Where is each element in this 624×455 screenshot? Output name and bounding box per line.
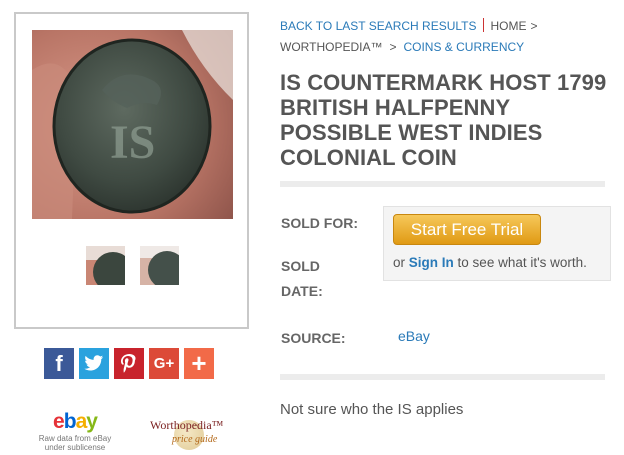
sold-for-label: SOLD FOR: <box>281 215 358 231</box>
googleplus-share-button[interactable]: G+ <box>149 348 179 379</box>
item-description: Not sure who the IS applies <box>280 401 464 418</box>
facebook-share-button[interactable]: f <box>44 348 74 379</box>
worthopedia-logo-subtitle: price guide <box>172 434 218 445</box>
breadcrumb-separator: > <box>389 40 397 54</box>
ebay-caption-line-1: Raw data from eBay <box>38 434 112 443</box>
section-divider <box>280 374 605 380</box>
source-label: SOURCE: <box>281 330 346 346</box>
signin-prompt: or Sign In to see what it's worth. <box>393 255 587 270</box>
price-lock-box: Start Free Trial or Sign In to see what … <box>383 206 611 281</box>
coins-currency-link[interactable]: COINS & CURRENCY <box>403 40 524 54</box>
facebook-icon: f <box>55 350 63 376</box>
breadcrumb-separator: > <box>530 19 538 33</box>
ebay-wordmark: ebay <box>53 410 98 433</box>
home-link[interactable]: HOME <box>491 19 527 33</box>
back-to-results-link[interactable]: BACK TO LAST SEARCH RESULTS <box>280 19 477 33</box>
ebay-caption-line-2: under sublicense <box>44 443 106 452</box>
source-link[interactable]: eBay <box>398 325 430 347</box>
pinterest-icon <box>121 353 136 373</box>
plus-icon: + <box>191 348 207 378</box>
pinterest-share-button[interactable] <box>114 348 144 379</box>
worthopedia-logo[interactable]: Worthopedia™ price guide <box>150 414 232 452</box>
thumbnail-image <box>140 246 179 285</box>
coin-image: IS <box>32 30 233 219</box>
twitter-bird-icon <box>84 355 104 371</box>
worthopedia-link[interactable]: WORTHOPEDIA™ <box>280 40 382 54</box>
sign-in-link[interactable]: Sign In <box>409 255 454 270</box>
svg-text:IS: IS <box>110 116 155 169</box>
photo-gallery: IS <box>14 12 249 329</box>
breadcrumb-divider <box>482 18 484 32</box>
section-divider <box>280 181 605 187</box>
thumbnail-image <box>86 246 125 285</box>
ebay-logo[interactable]: ebay Raw data from eBay under sublicense <box>30 410 120 452</box>
worthopedia-logo-title: Worthopedia™ <box>150 418 224 432</box>
item-title: IS COUNTERMARK HOST 1799 BRITISH HALFPEN… <box>280 70 607 170</box>
twitter-share-button[interactable] <box>79 348 109 379</box>
breadcrumb: BACK TO LAST SEARCH RESULTS HOME > WORTHOP… <box>280 16 610 58</box>
start-free-trial-button[interactable]: Start Free Trial <box>393 214 541 245</box>
thumbnail-2[interactable] <box>140 246 179 285</box>
thumbnail-1[interactable] <box>86 246 125 285</box>
main-coin-photo[interactable]: IS <box>32 30 233 219</box>
more-share-button[interactable]: + <box>184 348 214 379</box>
sold-date-label: SOLD DATE: <box>281 258 323 299</box>
google-plus-icon: G+ <box>153 355 175 372</box>
